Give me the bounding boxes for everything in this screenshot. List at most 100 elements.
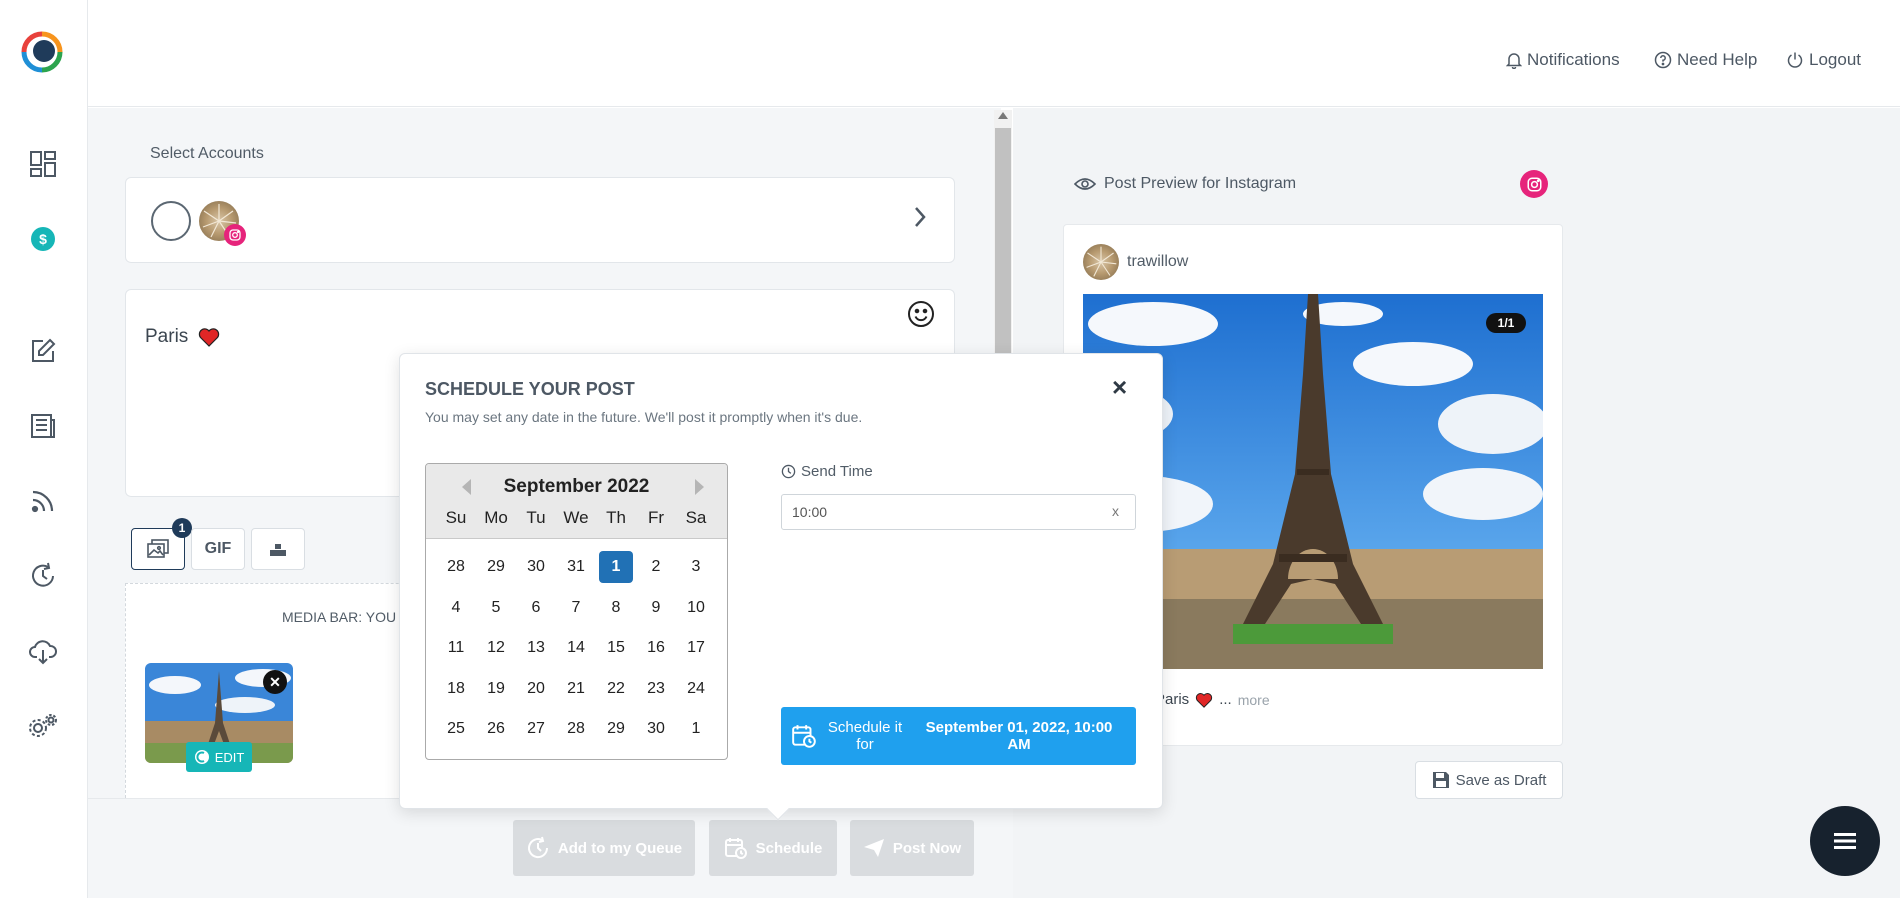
calendar-day[interactable]: 31 [559, 551, 593, 583]
modal-subtitle: You may set any date in the future. We'l… [425, 409, 863, 425]
dashboard-icon[interactable] [26, 147, 60, 181]
calendar-day[interactable]: 30 [639, 713, 673, 745]
send-time-input[interactable]: 10:00 [781, 494, 1136, 530]
remove-media-button[interactable]: ✕ [263, 670, 287, 694]
top-bar [88, 0, 1900, 107]
close-icon[interactable]: × [1112, 374, 1127, 400]
help-link[interactable]: Need Help [1654, 50, 1757, 70]
preview-avatar [1083, 244, 1119, 280]
calendar-day[interactable]: 18 [439, 673, 473, 705]
calendar-day[interactable]: 7 [559, 592, 593, 624]
notifications-label: Notifications [1527, 50, 1620, 69]
calendar-day[interactable]: 22 [599, 673, 633, 705]
calendar-day[interactable]: 5 [479, 592, 513, 624]
calendar-day[interactable]: 28 [559, 713, 593, 745]
calendar-clock-icon [724, 838, 747, 859]
add-to-queue-button[interactable]: Add to my Queue [513, 820, 695, 876]
calendar-day[interactable]: 11 [439, 632, 473, 664]
prev-month-icon[interactable] [462, 479, 471, 495]
logout-label: Logout [1809, 50, 1861, 69]
rss-feed-icon[interactable] [26, 484, 60, 518]
accounts-selector[interactable] [125, 177, 955, 263]
clear-time-button[interactable]: x [1112, 503, 1119, 519]
logout-link[interactable]: Logout [1786, 50, 1861, 70]
gif-label: GIF [204, 540, 232, 557]
upload-box-icon [270, 544, 286, 556]
billing-icon[interactable]: $ [26, 222, 60, 256]
calendar-day[interactable]: 26 [479, 713, 513, 745]
compose-icon[interactable] [26, 334, 60, 368]
calendar-clock-icon [791, 723, 817, 753]
preview-title: Post Preview for Instagram [1074, 175, 1296, 193]
calendar-day[interactable]: 8 [599, 592, 633, 624]
scrollbar-thumb[interactable] [995, 128, 1011, 360]
edit-media-button[interactable]: EDIT [186, 742, 252, 772]
bell-icon [1506, 53, 1522, 69]
weekday-header: Tu [526, 508, 546, 527]
calendar-day[interactable]: 2 [639, 551, 673, 583]
next-month-icon[interactable] [695, 479, 704, 495]
calendar-day[interactable]: 28 [439, 551, 473, 583]
calendar-day[interactable]: 10 [679, 592, 713, 624]
emoji-picker-icon[interactable] [907, 300, 935, 333]
tab-gif[interactable]: GIF [191, 528, 245, 570]
calendar-day[interactable]: 20 [519, 673, 553, 705]
chevron-right-icon[interactable] [912, 205, 928, 234]
calendar-day[interactable]: 14 [559, 632, 593, 664]
menu-fab-button[interactable] [1810, 806, 1880, 876]
scroll-up-arrow[interactable] [998, 112, 1008, 119]
calendar-day[interactable]: 19 [479, 673, 513, 705]
schedule-datetime: September 01, 2022, 10:00 AM [925, 719, 1113, 753]
calendar-day[interactable]: 29 [599, 713, 633, 745]
weekday-header: Sa [685, 508, 707, 527]
app-logo[interactable] [20, 30, 64, 74]
clock-icon [781, 464, 796, 479]
calendar-day[interactable]: 17 [679, 632, 713, 664]
calendar-day[interactable]: 25 [439, 713, 473, 745]
instagram-icon[interactable] [1520, 170, 1548, 198]
send-icon [863, 839, 884, 857]
calendar-day[interactable]: 29 [479, 551, 513, 583]
weekday-header: Fr [647, 508, 665, 527]
calendar-day[interactable]: 9 [639, 592, 673, 624]
calendar-day[interactable]: 15 [599, 632, 633, 664]
notifications-link[interactable]: Notifications [1506, 50, 1620, 70]
account-placeholder[interactable] [151, 201, 191, 241]
calendar-day[interactable]: 6 [519, 592, 553, 624]
calendar-day[interactable]: 23 [639, 673, 673, 705]
preview-caption: Paris ... more [1155, 691, 1270, 708]
calendar-day[interactable]: 4 [439, 592, 473, 624]
save-draft-button[interactable]: Save as Draft [1415, 761, 1563, 799]
calendar-day[interactable]: 27 [519, 713, 553, 745]
post-text[interactable]: Paris [145, 326, 220, 348]
schedule-it-button[interactable]: Schedule it for September 01, 2022, 10:0… [781, 707, 1136, 765]
weekday-header: Su [445, 508, 467, 527]
calendar-day[interactable]: 24 [679, 673, 713, 705]
post-now-label: Post Now [892, 839, 962, 857]
calendar-day[interactable]: 16 [639, 632, 673, 664]
calendar-day[interactable]: 21 [559, 673, 593, 705]
calendar-day[interactable]: 1 [679, 713, 713, 745]
power-icon [1787, 52, 1803, 68]
settings-gears-icon[interactable] [26, 709, 60, 743]
schedule-label: Schedule [755, 839, 823, 857]
help-label: Need Help [1677, 50, 1758, 69]
heart-emoji-icon [199, 328, 220, 347]
calendar-day-selected[interactable]: 1 [599, 551, 633, 583]
queue-label: Add to my Queue [557, 839, 683, 857]
tab-upload[interactable] [251, 528, 305, 570]
calendar-day[interactable]: 12 [479, 632, 513, 664]
schedule-button[interactable]: Schedule [709, 820, 837, 876]
calendar-day[interactable]: 3 [679, 551, 713, 583]
weekday-header: Th [606, 508, 626, 527]
cloud-download-icon[interactable] [26, 634, 60, 668]
date-picker-calendar: September 2022 Su Mo Tu We Th Fr Sa 28 29 30 31 1 2 3… [425, 463, 728, 760]
posts-icon[interactable] [26, 409, 60, 443]
calendar-day[interactable]: 13 [519, 632, 553, 664]
sidebar: $ [0, 0, 88, 898]
media-count-badge: 1 [172, 518, 192, 538]
calendar-day[interactable]: 30 [519, 551, 553, 583]
recycle-icon[interactable] [26, 559, 60, 593]
caption-more-link[interactable]: more [1238, 692, 1270, 708]
post-now-button[interactable]: Post Now [850, 820, 974, 876]
